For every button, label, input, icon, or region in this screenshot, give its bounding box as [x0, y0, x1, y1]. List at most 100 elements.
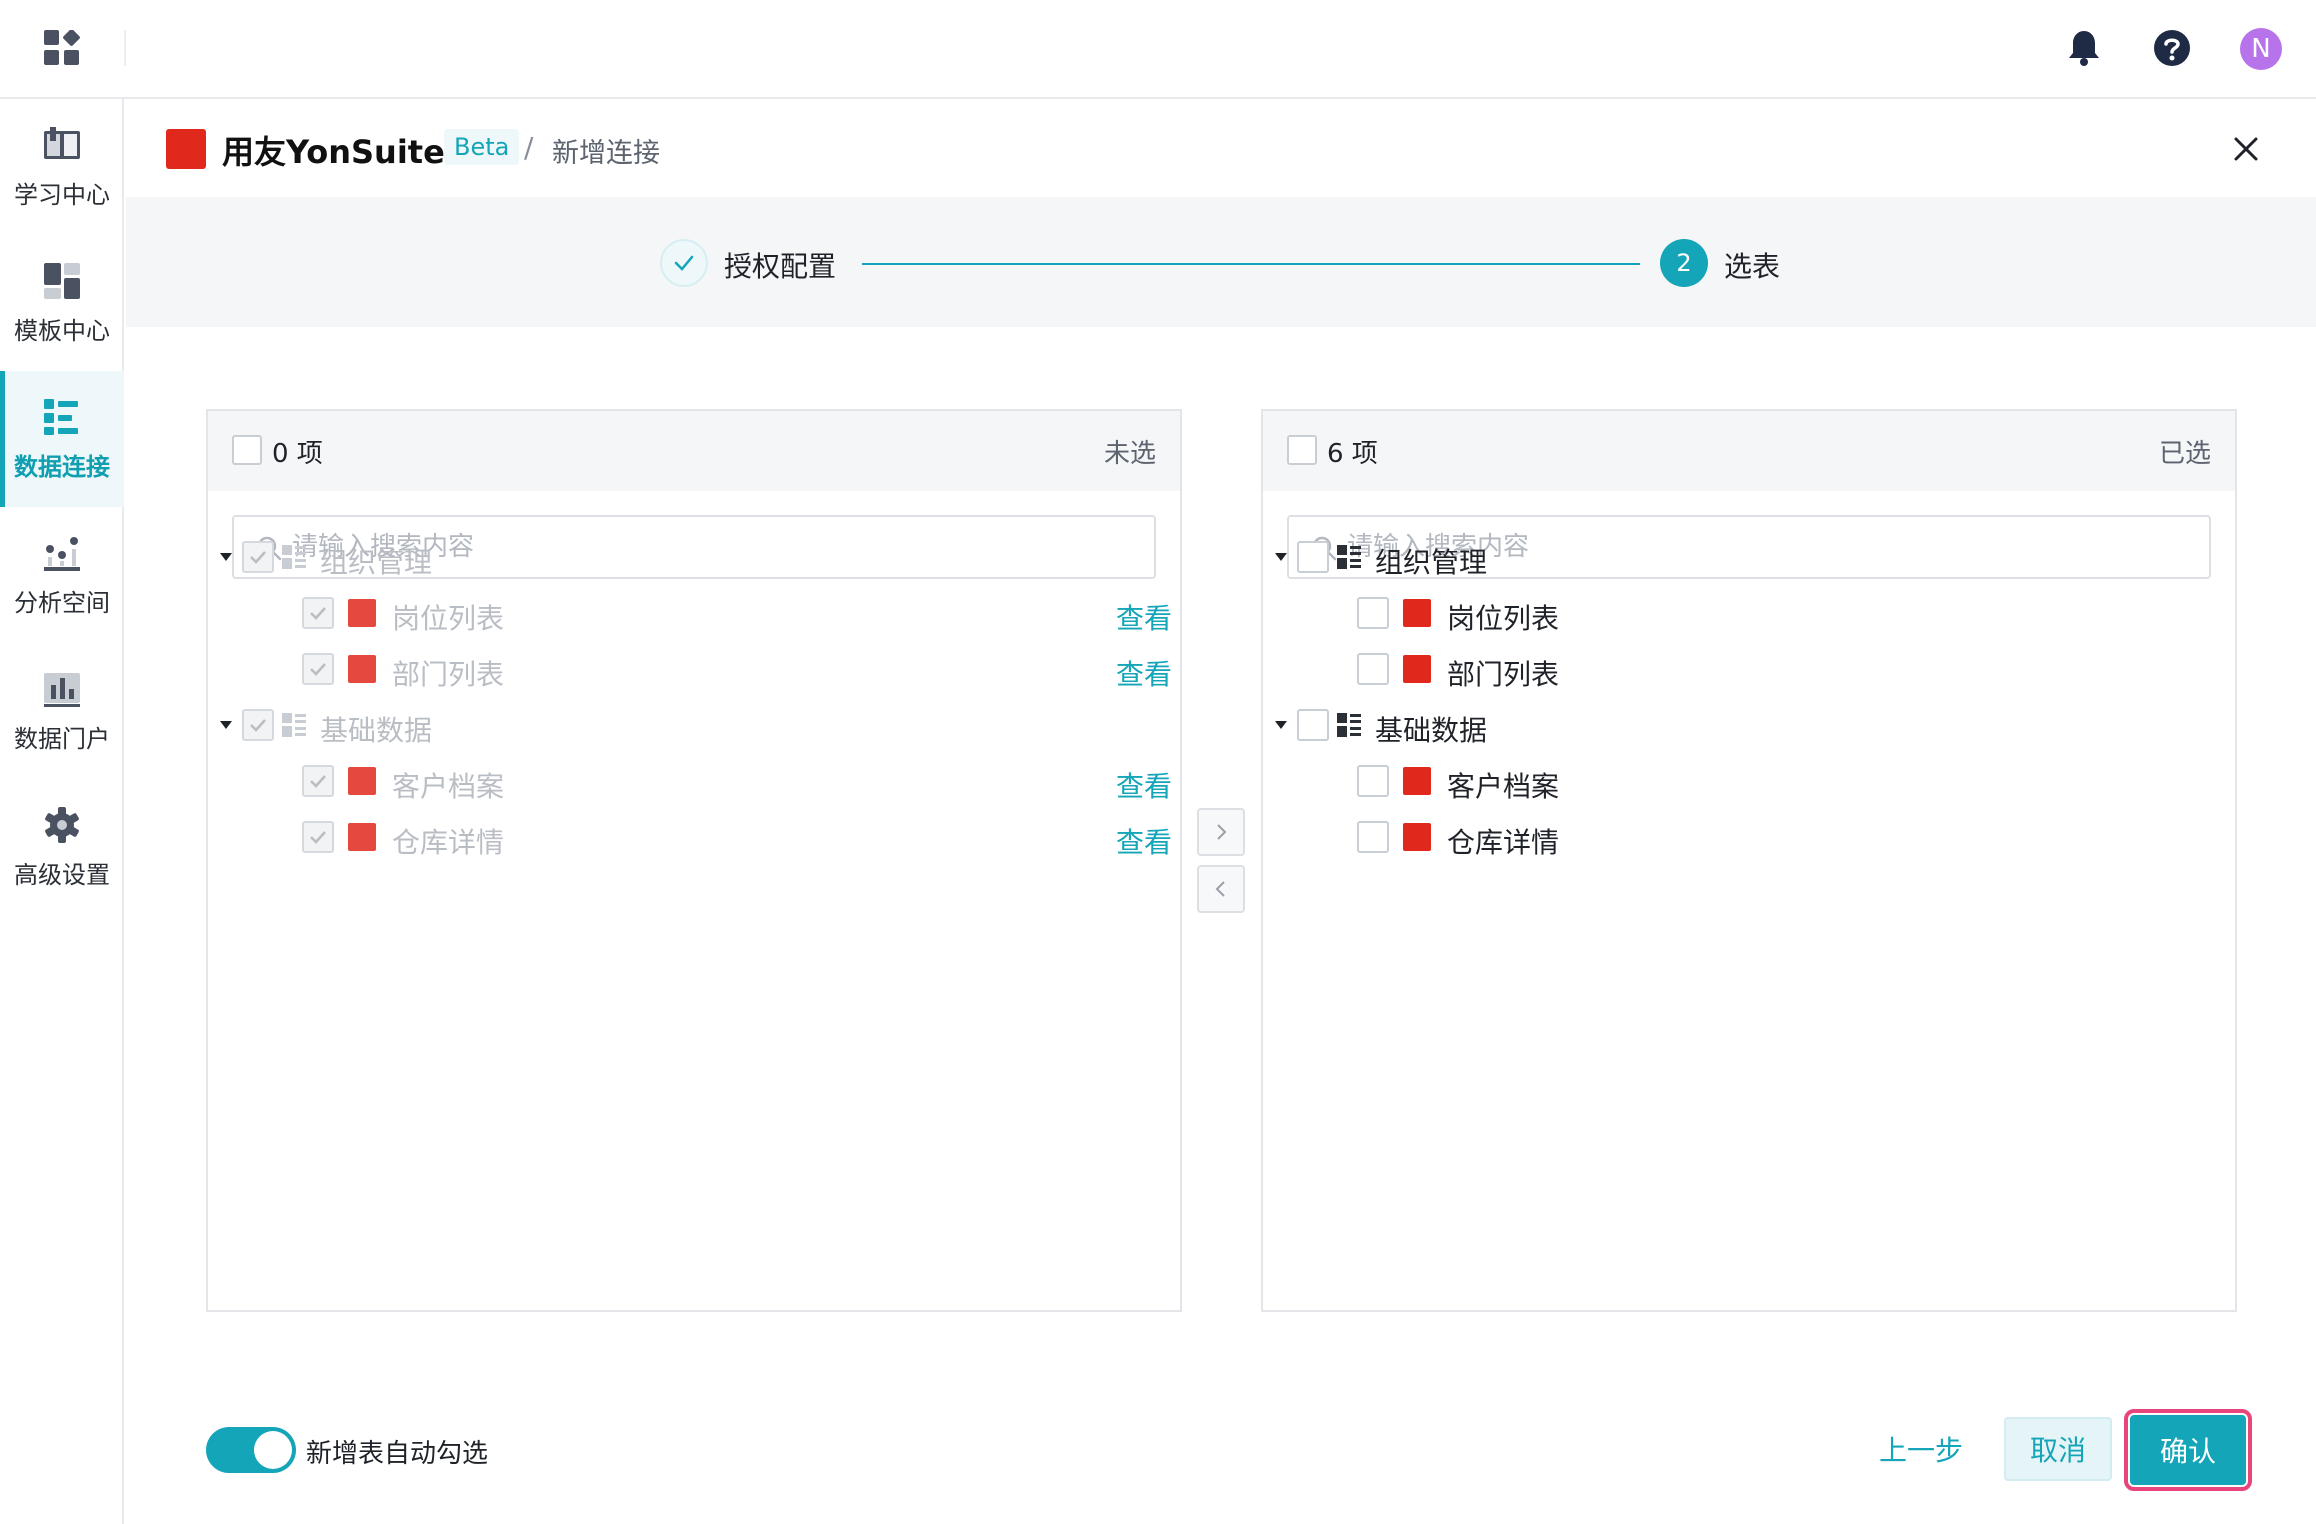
group-label: 基础数据 — [320, 714, 433, 747]
page-header: 用友YonSuite Beta / 新增连接 — [126, 99, 2316, 197]
sidebar-item-label: 高级设置 — [14, 860, 110, 889]
tree-item-row[interactable]: 岗位列表 — [1263, 585, 2235, 641]
check-icon — [250, 551, 266, 564]
step-connector — [862, 263, 1640, 265]
source-select-all-checkbox[interactable] — [232, 435, 262, 465]
top-bar: N — [0, 0, 2316, 99]
tree-item-row[interactable]: 岗位列表 查看 — [208, 585, 1180, 641]
sidebar-item-data-portal[interactable]: 数据门户 — [0, 643, 124, 779]
yonyou-table-icon — [1403, 823, 1431, 851]
check-icon — [674, 255, 694, 271]
item-checkbox[interactable] — [302, 597, 334, 629]
group-label: 基础数据 — [1375, 714, 1488, 747]
sidebar-item-label: 分析空间 — [14, 588, 110, 617]
breadcrumb-current: 新增连接 — [552, 138, 660, 169]
apps-icon[interactable] — [44, 29, 80, 66]
tree-group-row[interactable]: 基础数据 — [208, 697, 1180, 753]
tree-item-row[interactable]: 客户档案 — [1263, 753, 2235, 809]
tree-item-row[interactable]: 客户档案 查看 — [208, 753, 1180, 809]
yonyou-table-icon — [1403, 599, 1431, 627]
cancel-button[interactable]: 取消 — [2004, 1417, 2112, 1481]
chevron-right-icon — [1217, 824, 1227, 840]
sidebar-item-advanced-settings[interactable]: 高级设置 — [0, 779, 124, 915]
view-link[interactable]: 查看 — [1116, 653, 1172, 693]
item-checkbox[interactable] — [1357, 821, 1389, 853]
item-checkbox[interactable] — [302, 653, 334, 685]
item-label: 部门列表 — [1447, 658, 1560, 691]
tree-item-row[interactable]: 部门列表 查看 — [208, 641, 1180, 697]
group-checkbox[interactable] — [242, 709, 274, 741]
view-link[interactable]: 查看 — [1116, 765, 1172, 805]
sidebar: 学习中心 模板中心 数据连接 分析空间 数据门户 高级设置 — [0, 99, 124, 1524]
item-checkbox[interactable] — [302, 765, 334, 797]
close-icon[interactable] — [2228, 131, 2264, 167]
yonyou-logo-icon — [166, 129, 206, 169]
tree-item-row[interactable]: 仓库详情 — [1263, 809, 2235, 865]
item-label: 仓库详情 — [1447, 826, 1560, 859]
help-icon[interactable] — [2150, 26, 2194, 70]
sidebar-item-label: 学习中心 — [14, 180, 110, 209]
item-label: 部门列表 — [392, 658, 505, 691]
group-checkbox[interactable] — [1297, 709, 1329, 741]
caret-down-icon[interactable] — [218, 549, 234, 565]
group-folder-icon — [282, 713, 306, 737]
yonyou-table-icon — [348, 823, 376, 851]
topbar-divider — [124, 30, 126, 66]
target-panel-header: 6 项 已选 — [1263, 411, 2235, 491]
tree-group-row[interactable]: 组织管理 — [208, 529, 1180, 585]
prev-step-button[interactable]: 上一步 — [1870, 1417, 1972, 1481]
move-left-button[interactable] — [1197, 865, 1245, 913]
move-right-button[interactable] — [1197, 808, 1245, 856]
tree-item-row[interactable]: 仓库详情 查看 — [208, 809, 1180, 865]
yonyou-table-icon — [348, 655, 376, 683]
item-checkbox[interactable] — [1357, 765, 1389, 797]
check-icon — [310, 775, 326, 788]
tree-item-row[interactable]: 部门列表 — [1263, 641, 2235, 697]
target-status: 已选 — [2158, 439, 2211, 469]
auto-select-toggle[interactable] — [206, 1427, 296, 1473]
caret-down-icon[interactable] — [1273, 717, 1289, 733]
source-status: 未选 — [1103, 439, 1156, 469]
yonyou-table-icon — [1403, 767, 1431, 795]
check-icon — [310, 831, 326, 844]
source-count: 0 项 — [272, 439, 323, 469]
sidebar-item-label: 数据连接 — [14, 452, 110, 481]
scatter-chart-icon — [44, 536, 80, 571]
book-icon — [44, 126, 80, 159]
view-link[interactable]: 查看 — [1116, 821, 1172, 861]
yonyou-table-icon — [348, 599, 376, 627]
view-link[interactable]: 查看 — [1116, 597, 1172, 637]
sidebar-item-learning-center[interactable]: 学习中心 — [0, 99, 124, 235]
group-checkbox[interactable] — [1297, 541, 1329, 573]
source-panel-header: 0 项 未选 — [208, 411, 1180, 491]
source-panel: 0 项 未选 组织管理 岗位列表 — [206, 409, 1182, 1312]
brand-title: 用友YonSuite — [222, 133, 445, 171]
tree-group-row[interactable]: 组织管理 — [1263, 529, 2235, 585]
avatar-letter: N — [2251, 34, 2271, 64]
item-checkbox[interactable] — [1357, 597, 1389, 629]
group-checkbox[interactable] — [242, 541, 274, 573]
avatar[interactable]: N — [2240, 28, 2282, 70]
target-count: 6 项 — [1327, 439, 1378, 469]
yonyou-table-icon — [1403, 655, 1431, 683]
bar-chart-icon — [44, 672, 80, 707]
sidebar-item-label: 数据门户 — [14, 724, 110, 753]
group-label: 组织管理 — [320, 546, 433, 579]
toggle-knob — [254, 1431, 292, 1469]
caret-down-icon[interactable] — [1273, 549, 1289, 565]
item-checkbox[interactable] — [1357, 653, 1389, 685]
sidebar-item-template-center[interactable]: 模板中心 — [0, 235, 124, 371]
group-folder-icon — [1337, 713, 1361, 737]
sidebar-item-analysis-space[interactable]: 分析空间 — [0, 507, 124, 643]
target-panel: 6 项 已选 组织管理 岗位列表 部门列表 — [1261, 409, 2237, 1312]
caret-down-icon[interactable] — [218, 717, 234, 733]
chevron-left-icon — [1215, 881, 1225, 897]
sidebar-item-label: 模板中心 — [14, 316, 110, 345]
step2-number: 2 — [1676, 249, 1692, 277]
item-checkbox[interactable] — [302, 821, 334, 853]
sidebar-item-data-connection[interactable]: 数据连接 — [0, 371, 124, 507]
tree-group-row[interactable]: 基础数据 — [1263, 697, 2235, 753]
confirm-button[interactable]: 确认 — [2124, 1409, 2252, 1491]
bell-icon[interactable] — [2062, 26, 2106, 70]
target-select-all-checkbox[interactable] — [1287, 435, 1317, 465]
